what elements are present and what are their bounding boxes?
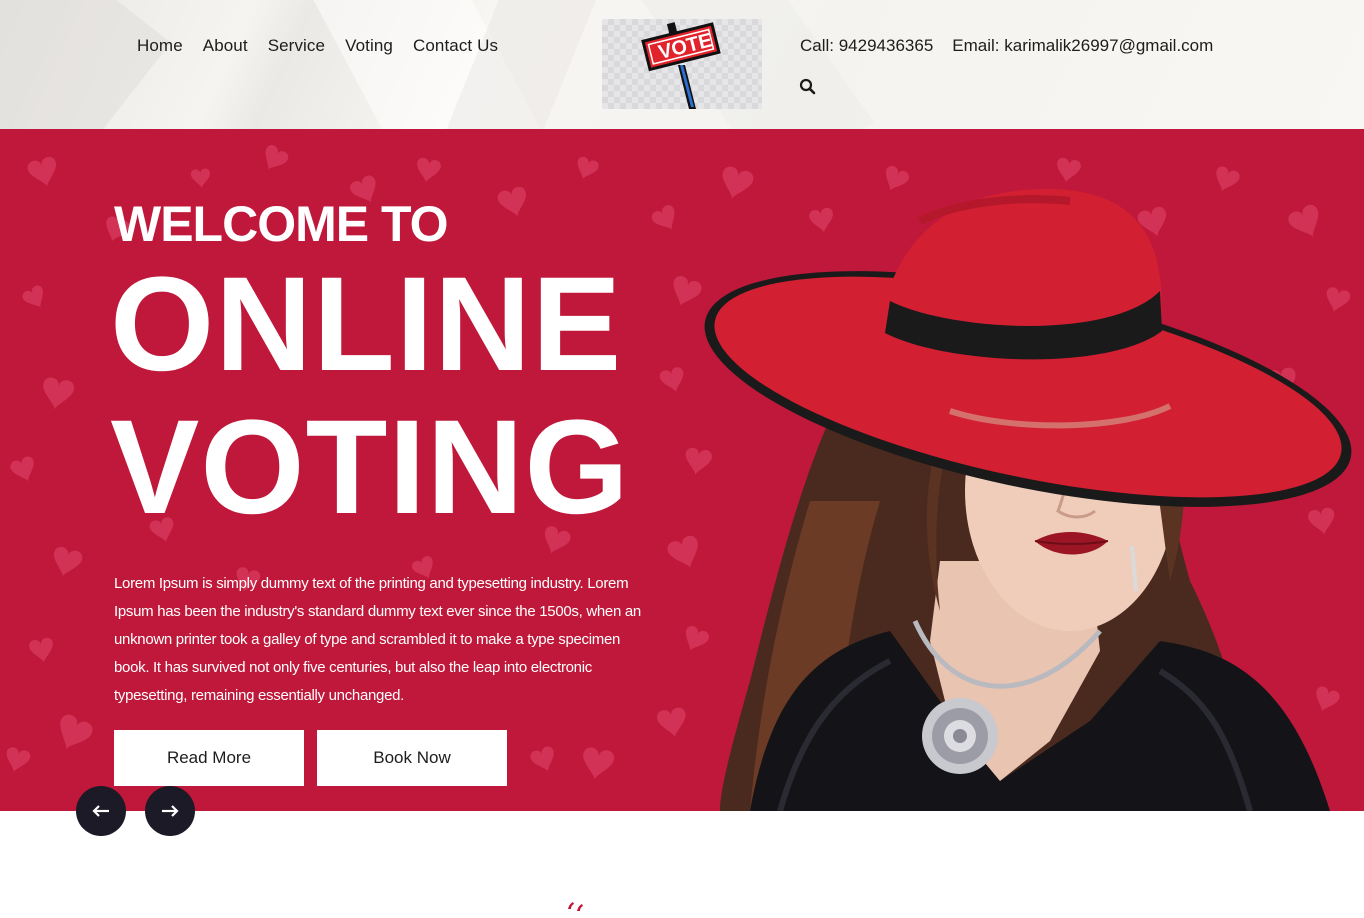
arrow-right-icon <box>162 805 179 817</box>
site-header: Home About Service Voting Contact Us VOT… <box>0 0 1364 129</box>
nav-item-service[interactable]: Service <box>268 36 325 56</box>
hero-title-line: ONLINE <box>110 250 623 399</box>
nav-item-contact-us[interactable]: Contact Us <box>413 36 498 56</box>
read-more-button[interactable]: Read More <box>114 730 304 786</box>
vote-sign-icon: VOTE <box>641 22 721 109</box>
background-fold <box>0 0 171 129</box>
slider-next-button[interactable] <box>145 786 195 836</box>
contact-email[interactable]: Email: karimalik26997@gmail.com <box>952 36 1213 56</box>
hero-title-line: VOTING <box>110 393 630 542</box>
site-logo[interactable]: VOTE <box>602 19 762 109</box>
nav-item-about[interactable]: About <box>203 36 248 56</box>
nav-item-home[interactable]: Home <box>137 36 183 56</box>
contact-info: Call: 9429436365 Email: karimalik26997@g… <box>800 36 1213 56</box>
book-now-button[interactable]: Book Now <box>317 730 507 786</box>
arrow-left-icon <box>92 805 109 817</box>
quote-icon <box>568 902 583 911</box>
hero-portrait-image <box>704 188 1352 811</box>
slider-prev-button[interactable] <box>76 786 126 836</box>
search-icon <box>799 78 816 95</box>
hero-description: Lorem Ipsum is simply dummy text of the … <box>114 575 641 704</box>
contact-phone[interactable]: Call: 9429436365 <box>800 36 933 56</box>
hero-title: ONLINE VOTING <box>110 253 630 539</box>
hero-welcome-text: WELCOME TO <box>114 196 449 252</box>
main-nav: Home About Service Voting Contact Us <box>137 36 498 56</box>
nav-item-voting[interactable]: Voting <box>345 36 393 56</box>
hero-slider: WELCOME TO ONLINE VOTING Lorem Ipsum is … <box>0 129 1364 811</box>
search-button[interactable] <box>799 78 819 98</box>
